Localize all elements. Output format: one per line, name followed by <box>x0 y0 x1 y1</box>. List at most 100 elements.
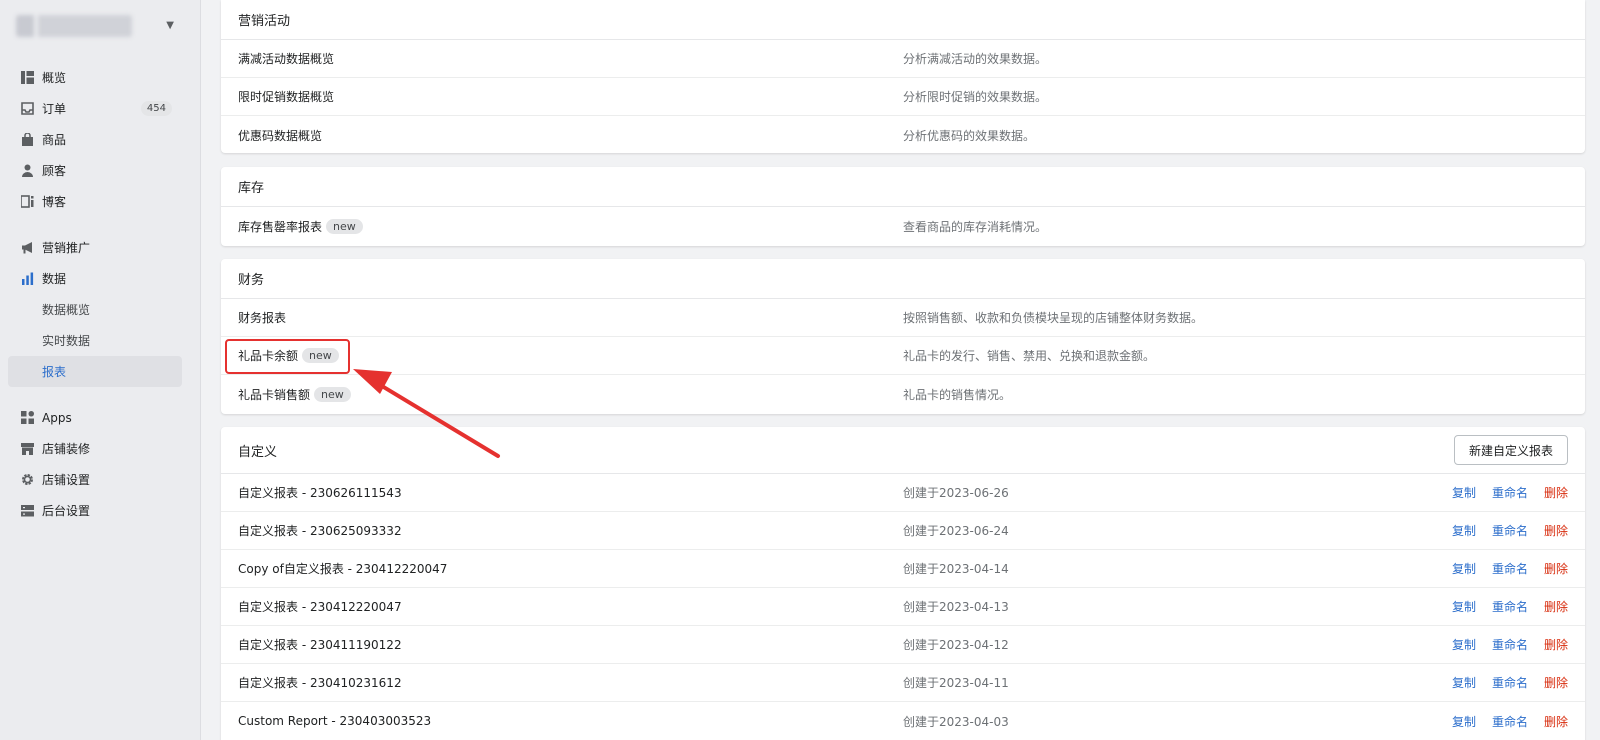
rename-link[interactable]: 重命名 <box>1492 674 1528 691</box>
report-created-date: 创建于2023-04-03 <box>903 714 1009 729</box>
sidebar-subitem-realtime[interactable]: 实时数据 <box>0 325 200 356</box>
sidebar-item-store-settings[interactable]: 店铺设置 <box>0 464 200 495</box>
report-name[interactable]: 库存售罄率报表 new <box>238 218 363 235</box>
sidebar-item-label: 数据 <box>42 272 67 286</box>
sidebar-subitem-data-overview[interactable]: 数据概览 <box>0 294 200 325</box>
delete-link[interactable]: 删除 <box>1544 560 1568 577</box>
report-created-date: 创建于2023-04-12 <box>903 638 1009 652</box>
rename-link[interactable]: 重命名 <box>1492 484 1528 501</box>
server-icon <box>20 504 34 518</box>
new-tag: new <box>314 386 351 402</box>
section-title: 自定义 <box>221 427 1585 474</box>
sidebar-item-label: 商品 <box>42 133 67 147</box>
sidebar-item-apps[interactable]: Apps <box>0 402 200 433</box>
sidebar-item-admin-settings[interactable]: 后台设置 <box>0 495 200 526</box>
row-actions: 复制 重命名 删除 <box>1452 713 1568 730</box>
new-custom-report-button[interactable]: 新建自定义报表 <box>1453 435 1568 465</box>
custom-report-row[interactable]: 自定义报表 - 230411190122 创建于2023-04-12 复制 重命名 删除 <box>221 626 1585 664</box>
sidebar-item-label: Apps <box>42 410 72 425</box>
report-name[interactable]: 自定义报表 - 230625093332 <box>238 522 402 539</box>
sidebar-item-overview[interactable]: 概览 <box>0 62 200 93</box>
sidebar-item-label: 订单 <box>42 102 67 116</box>
sidebar-item-label: 店铺装修 <box>42 442 91 456</box>
row-actions: 复制 重命名 删除 <box>1452 598 1568 615</box>
report-name[interactable]: 限时促销数据概览 <box>238 88 334 105</box>
row-actions: 复制 重命名 删除 <box>1452 484 1568 501</box>
report-row[interactable]: 优惠码数据概览 分析优惠码的效果数据。 <box>221 116 1585 154</box>
custom-report-row[interactable]: 自定义报表 - 230625093332 创建于2023-06-24 复制 重命名 删除 <box>221 512 1585 550</box>
copy-link[interactable]: 复制 <box>1452 598 1476 615</box>
sidebar-item-themes[interactable]: 店铺装修 <box>0 433 200 464</box>
dashboard-icon <box>20 71 34 85</box>
report-description: 分析优惠码的效果数据。 <box>903 128 1036 143</box>
rename-link[interactable]: 重命名 <box>1492 560 1528 577</box>
report-name[interactable]: Copy of自定义报表 - 230412220047 <box>238 560 447 577</box>
row-actions: 复制 重命名 删除 <box>1452 674 1568 691</box>
sidebar-item-blog[interactable]: 博客 <box>0 186 200 217</box>
report-name[interactable]: 自定义报表 - 230626111543 <box>238 484 402 501</box>
store-switcher[interactable]: ▼ <box>0 0 200 52</box>
delete-link[interactable]: 删除 <box>1544 674 1568 691</box>
copy-link[interactable]: 复制 <box>1452 522 1476 539</box>
custom-report-row[interactable]: 自定义报表 - 230626111543 创建于2023-06-26 复制 重命名 删除 <box>221 474 1585 512</box>
delete-link[interactable]: 删除 <box>1544 713 1568 730</box>
delete-link[interactable]: 删除 <box>1544 598 1568 615</box>
new-tag: new <box>326 218 363 234</box>
apps-icon <box>20 411 34 425</box>
report-name[interactable]: 优惠码数据概览 <box>238 127 322 144</box>
report-created-date: 创建于2023-06-26 <box>903 486 1009 500</box>
section-title: 库存 <box>221 167 1585 207</box>
copy-link[interactable]: 复制 <box>1452 560 1476 577</box>
report-name[interactable]: 自定义报表 - 230411190122 <box>238 636 402 653</box>
rename-link[interactable]: 重命名 <box>1492 522 1528 539</box>
delete-link[interactable]: 删除 <box>1544 484 1568 501</box>
sidebar-item-marketing[interactable]: 营销推广 <box>0 232 200 263</box>
report-name[interactable]: Custom Report - 230403003523 <box>238 714 431 728</box>
copy-link[interactable]: 复制 <box>1452 484 1476 501</box>
custom-report-row[interactable]: 自定义报表 - 230412220047 创建于2023-04-13 复制 重命名 删除 <box>221 588 1585 626</box>
report-row[interactable]: 库存售罄率报表 new 查看商品的库存消耗情况。 <box>221 207 1585 245</box>
blog-icon <box>20 195 34 209</box>
report-name[interactable]: 自定义报表 - 230412220047 <box>238 598 402 615</box>
delete-link[interactable]: 删除 <box>1544 522 1568 539</box>
report-name[interactable]: 礼品卡销售额 new <box>238 386 351 403</box>
report-description: 礼品卡的发行、销售、禁用、兑换和退款金额。 <box>903 349 1156 363</box>
copy-link[interactable]: 复制 <box>1452 674 1476 691</box>
custom-report-row[interactable]: 自定义报表 - 230410231612 创建于2023-04-11 复制 重命名 删除 <box>221 664 1585 702</box>
sidebar-item-customers[interactable]: 顾客 <box>0 155 200 186</box>
report-created-date: 创建于2023-04-13 <box>903 600 1009 614</box>
rename-link[interactable]: 重命名 <box>1492 598 1528 615</box>
sidebar-item-label: 顾客 <box>42 164 67 178</box>
sidebar-item-orders[interactable]: 订单 454 <box>0 93 200 124</box>
report-name[interactable]: 财务报表 <box>238 309 286 326</box>
copy-link[interactable]: 复制 <box>1452 636 1476 653</box>
rename-link[interactable]: 重命名 <box>1492 636 1528 653</box>
chevron-down-icon[interactable]: ▼ <box>166 20 174 31</box>
report-row[interactable]: 满减活动数据概览 分析满减活动的效果数据。 <box>221 40 1585 78</box>
report-row[interactable]: 限时促销数据概览 分析限时促销的效果数据。 <box>221 78 1585 116</box>
custom-report-row[interactable]: Copy of自定义报表 - 230412220047 创建于2023-04-14… <box>221 550 1585 588</box>
sidebar-item-label: 概览 <box>42 71 67 85</box>
section-marketing: 营销活动 满减活动数据概览 分析满减活动的效果数据。 限时促销数据概览 分析限时… <box>221 0 1585 153</box>
delete-link[interactable]: 删除 <box>1544 636 1568 653</box>
report-name[interactable]: 满减活动数据概览 <box>238 50 334 67</box>
copy-link[interactable]: 复制 <box>1452 713 1476 730</box>
report-row[interactable]: 礼品卡销售额 new 礼品卡的销售情况。 <box>221 375 1585 413</box>
report-description: 礼品卡的销售情况。 <box>903 387 1012 402</box>
report-description: 按照销售额、收款和负债模块呈现的店铺整体财务数据。 <box>903 311 1204 325</box>
sidebar-item-label: 博客 <box>42 195 67 209</box>
sidebar-item-analytics[interactable]: 数据 <box>0 263 200 294</box>
report-name-text: 礼品卡销售额 <box>238 387 311 402</box>
row-actions: 复制 重命名 删除 <box>1452 636 1568 653</box>
row-actions: 复制 重命名 删除 <box>1452 522 1568 539</box>
custom-report-row[interactable]: Custom Report - 230403003523 创建于2023-04-0… <box>221 702 1585 740</box>
sidebar-subitem-reports[interactable]: 报表 <box>8 356 182 387</box>
sidebar-item-products[interactable]: 商品 <box>0 124 200 155</box>
store-name-blurred <box>16 15 132 37</box>
sidebar-item-label: 店铺设置 <box>42 473 91 487</box>
rename-link[interactable]: 重命名 <box>1492 713 1528 730</box>
section-title: 财务 <box>221 259 1585 299</box>
report-name[interactable]: 自定义报表 - 230410231612 <box>238 674 402 691</box>
report-row[interactable]: 礼品卡余额 new 礼品卡的发行、销售、禁用、兑换和退款金额。 <box>221 337 1585 375</box>
report-row[interactable]: 财务报表 按照销售额、收款和负债模块呈现的店铺整体财务数据。 <box>221 299 1585 337</box>
